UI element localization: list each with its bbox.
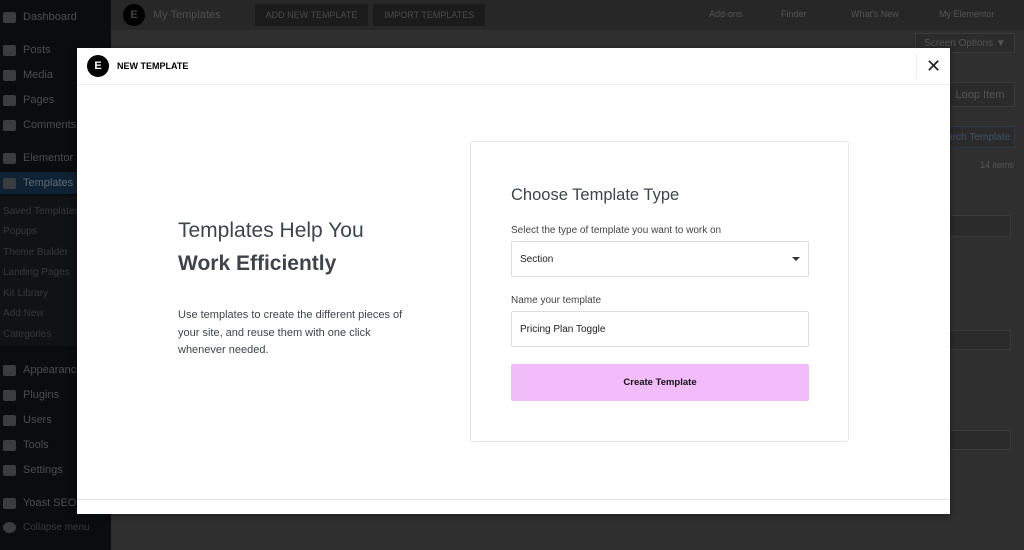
- selected-value: Section: [520, 253, 554, 265]
- label: Posts: [23, 44, 51, 56]
- bg-input: [940, 430, 1011, 450]
- label: Collapse menu: [23, 521, 90, 533]
- label: Plugins: [23, 389, 60, 401]
- label: Yoast SEO: [23, 497, 77, 509]
- template-type-select[interactable]: Section: [511, 241, 809, 277]
- media-icon: [3, 69, 16, 81]
- intro-line2: Work Efficiently: [178, 252, 337, 275]
- addons-link[interactable]: Add-ons: [709, 9, 743, 19]
- add-new-template-button[interactable]: ADD NEW TEMPLATE: [254, 4, 369, 26]
- finder-link[interactable]: Finder: [781, 9, 807, 19]
- user-icon: [3, 414, 16, 426]
- create-template-button[interactable]: Create Template: [511, 364, 809, 401]
- template-name-input[interactable]: Pricing Plan Toggle: [511, 311, 809, 347]
- submenu-landing-pages[interactable]: Landing Pages: [3, 267, 70, 278]
- bg-input: [940, 330, 1011, 350]
- yoast-icon: [3, 497, 16, 509]
- modal-footer-divider: [77, 499, 950, 500]
- loop-item-tab[interactable]: Loop Item: [945, 82, 1015, 107]
- label: Templates: [23, 177, 74, 189]
- submenu-theme-builder[interactable]: Theme Builder: [3, 247, 68, 258]
- dashboard-icon: [3, 11, 16, 23]
- label: Settings: [23, 464, 63, 476]
- label: Elementor: [23, 152, 74, 164]
- whats-new-link[interactable]: What's New: [851, 9, 899, 19]
- intro-heading: Templates Help You Work Efficiently: [178, 214, 408, 280]
- page-title: My Templates: [153, 9, 221, 21]
- intro: Templates Help You Work Efficiently Use t…: [178, 214, 408, 360]
- submenu-add-new[interactable]: Add New: [3, 308, 44, 319]
- modal-title: NEW TEMPLATE: [117, 61, 189, 71]
- collapse-menu[interactable]: Collapse menu: [0, 516, 111, 538]
- new-template-modal: E NEW TEMPLATE ✕ Templates Help You Work …: [77, 48, 950, 514]
- comment-icon: [3, 119, 16, 131]
- type-label: Select the type of template you want to …: [511, 225, 722, 236]
- sidebar-item-dashboard[interactable]: Dashboard: [0, 6, 111, 28]
- submenu-categories[interactable]: Categories: [3, 329, 51, 340]
- brush-icon: [3, 364, 16, 376]
- label: Comments: [23, 119, 77, 131]
- caret-down-icon: [792, 257, 800, 261]
- intro-body: Use templates to create the different pi…: [178, 309, 403, 356]
- pin-icon: [3, 44, 16, 56]
- my-elementor-link[interactable]: My Elementor: [939, 9, 995, 19]
- elementor-icon: [3, 152, 16, 164]
- import-templates-button[interactable]: IMPORT TEMPLATES: [373, 4, 486, 26]
- collapse-icon: [3, 521, 16, 533]
- form-heading: Choose Template Type: [511, 186, 680, 204]
- submenu-kit-library[interactable]: Kit Library: [3, 288, 48, 299]
- bg-input: [940, 215, 1011, 237]
- close-icon[interactable]: ✕: [916, 54, 950, 78]
- template-form: Choose Template Type Select the type of …: [470, 141, 849, 442]
- label: Users: [23, 414, 52, 426]
- pages-icon: [3, 94, 16, 106]
- input-value: Pricing Plan Toggle: [520, 323, 606, 335]
- wrench-icon: [3, 439, 16, 451]
- elementor-logo: E: [123, 4, 145, 26]
- elementor-logo: E: [87, 55, 109, 77]
- intro-line1: Templates Help You: [178, 219, 364, 242]
- item-count: 14 items: [980, 160, 1015, 170]
- label: Appearance: [23, 364, 83, 376]
- elementor-topbar: E My Templates ADD NEW TEMPLATE IMPORT T…: [111, 0, 1024, 30]
- label: Pages: [23, 94, 55, 106]
- settings-icon: [3, 464, 16, 476]
- plug-icon: [3, 389, 16, 401]
- label: Media: [23, 69, 53, 81]
- name-label: Name your template: [511, 295, 602, 306]
- modal-header: E NEW TEMPLATE ✕: [77, 48, 950, 85]
- folder-icon: [3, 177, 16, 189]
- label: Dashboard: [23, 11, 77, 23]
- label: Tools: [23, 439, 49, 451]
- submenu-saved-templates[interactable]: Saved Templates: [3, 206, 80, 217]
- submenu-popups[interactable]: Popups: [3, 226, 37, 237]
